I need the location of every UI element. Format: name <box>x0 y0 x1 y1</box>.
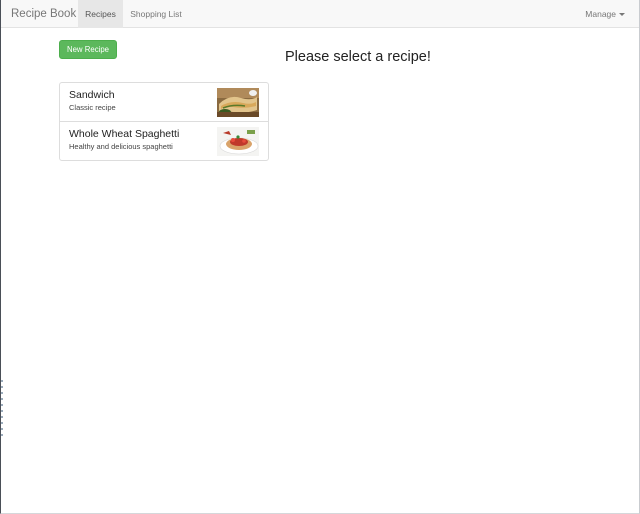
recipe-description: Healthy and delicious spaghetti <box>69 142 173 151</box>
select-recipe-heading: Please select a recipe! <box>285 49 431 65</box>
recipe-name: Whole Wheat Spaghetti <box>69 128 180 140</box>
tab-recipes[interactable]: Recipes <box>78 0 123 28</box>
brand-link[interactable]: Recipe Book <box>11 0 76 28</box>
app-window: Recipe Book Recipes Shopping List Manage… <box>0 0 640 514</box>
recipe-name: Sandwich <box>69 89 115 101</box>
manage-dropdown-label: Manage <box>585 9 616 19</box>
spaghetti-image <box>217 127 259 156</box>
window-edge-decoration <box>1 380 3 440</box>
recipe-item-sandwich[interactable]: Sandwich Classic recipe <box>59 82 269 122</box>
recipe-item-whole-wheat-spaghetti[interactable]: Whole Wheat Spaghetti Healthy and delici… <box>59 121 269 161</box>
new-recipe-button[interactable]: New Recipe <box>59 40 117 59</box>
tab-shopping-list[interactable]: Shopping List <box>123 0 189 28</box>
sandwich-image <box>217 88 259 117</box>
recipe-description: Classic recipe <box>69 103 116 112</box>
caret-down-icon <box>619 13 625 17</box>
manage-dropdown[interactable]: Manage <box>585 0 625 28</box>
recipe-list: Sandwich Classic recipe Whole Wheat Spag… <box>59 82 269 161</box>
top-navbar: Recipe Book Recipes Shopping List Manage <box>1 0 639 28</box>
